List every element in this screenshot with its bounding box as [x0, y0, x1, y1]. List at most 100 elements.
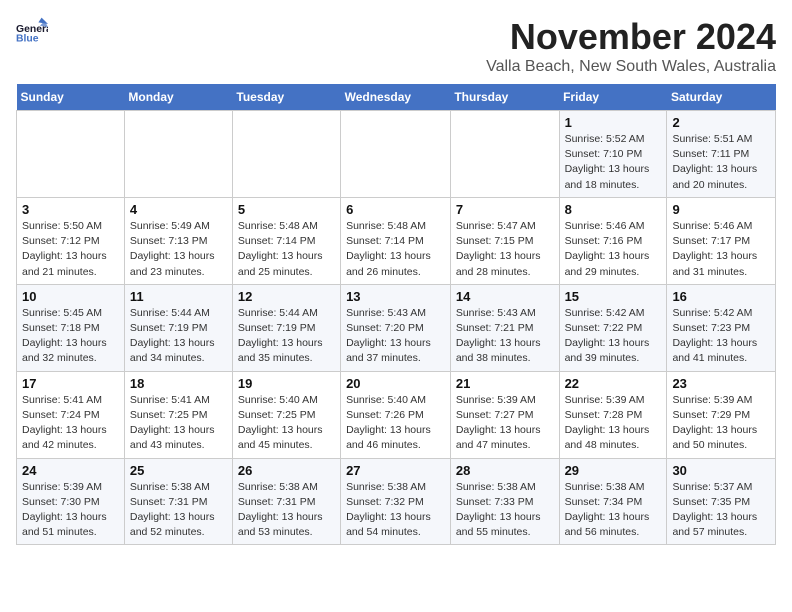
weekday-header-cell: Saturday — [667, 84, 776, 111]
day-number: 14 — [456, 289, 554, 304]
day-number: 23 — [672, 376, 770, 391]
day-info: Sunrise: 5:47 AM Sunset: 7:15 PM Dayligh… — [456, 219, 554, 280]
day-info: Sunrise: 5:40 AM Sunset: 7:26 PM Dayligh… — [346, 393, 445, 454]
calendar-cell: 19Sunrise: 5:40 AM Sunset: 7:25 PM Dayli… — [232, 371, 340, 458]
calendar-cell: 10 Sunrise: 5:45 AM Sunset: 7:18 PM Dayli… — [17, 284, 125, 371]
day-info: Sunrise: 5:51 AM Sunset: 7:11 PM Dayligh… — [672, 132, 770, 193]
day-info: Sunrise: 5:44 AM Sunset: 7:19 PM Dayligh… — [130, 306, 227, 367]
day-info: Sunrise: 5:38 AM Sunset: 7:33 PM Dayligh… — [456, 480, 554, 541]
day-number: 22 — [565, 376, 662, 391]
day-info: Sunrise: 5:42 AM Sunset: 7:22 PM Dayligh… — [565, 306, 662, 367]
calendar-table: SundayMondayTuesdayWednesdayThursdayFrid… — [16, 84, 776, 545]
day-info: Sunrise: 5:49 AM Sunset: 7:13 PM Dayligh… — [130, 219, 227, 280]
day-number: 12 — [238, 289, 335, 304]
calendar-cell: 20 Sunrise: 5:40 AM Sunset: 7:26 PM Dayli… — [341, 371, 451, 458]
calendar-body: 1 Sunrise: 5:52 AM Sunset: 7:10 PM Daylig… — [17, 111, 776, 545]
day-info: Sunrise: 5:39 AM Sunset: 7:29 PM Dayligh… — [672, 393, 770, 454]
svg-text:Blue: Blue — [16, 34, 39, 44]
day-number: 8 — [565, 202, 662, 217]
day-number: 11 — [130, 289, 227, 304]
day-number: 15 — [565, 289, 662, 304]
calendar-cell: 23 Sunrise: 5:39 AM Sunset: 7:29 PM Dayli… — [667, 371, 776, 458]
day-info: Sunrise: 5:41 AM Sunset: 7:24 PM Dayligh… — [22, 393, 119, 454]
day-number: 10 — [22, 289, 119, 304]
calendar-cell: 30Sunrise: 5:37 AM Sunset: 7:35 PM Dayli… — [667, 458, 776, 545]
calendar-cell: 1 Sunrise: 5:52 AM Sunset: 7:10 PM Daylig… — [559, 111, 667, 198]
calendar-cell: 12 Sunrise: 5:44 AM Sunset: 7:19 PM Dayli… — [232, 284, 340, 371]
calendar-cell: 26 Sunrise: 5:38 AM Sunset: 7:31 PM Dayli… — [232, 458, 340, 545]
calendar-cell — [17, 111, 125, 198]
calendar-cell: 27 Sunrise: 5:38 AM Sunset: 7:32 PM Dayli… — [341, 458, 451, 545]
day-info: Sunrise: 5:43 AM Sunset: 7:20 PM Dayligh… — [346, 306, 445, 367]
day-info: Sunrise: 5:52 AM Sunset: 7:10 PM Dayligh… — [565, 132, 662, 193]
day-number: 6 — [346, 202, 445, 217]
calendar-cell: 2 Sunrise: 5:51 AM Sunset: 7:11 PM Daylig… — [667, 111, 776, 198]
calendar-cell: 3 Sunrise: 5:50 AM Sunset: 7:12 PM Daylig… — [17, 197, 125, 284]
calendar-week-row: 24 Sunrise: 5:39 AM Sunset: 7:30 PM Dayli… — [17, 458, 776, 545]
day-info: Sunrise: 5:42 AM Sunset: 7:23 PM Dayligh… — [672, 306, 770, 367]
day-info: Sunrise: 5:39 AM Sunset: 7:28 PM Dayligh… — [565, 393, 662, 454]
calendar-cell — [124, 111, 232, 198]
weekday-header-cell: Tuesday — [232, 84, 340, 111]
day-info: Sunrise: 5:44 AM Sunset: 7:19 PM Dayligh… — [238, 306, 335, 367]
calendar-cell: 22 Sunrise: 5:39 AM Sunset: 7:28 PM Dayli… — [559, 371, 667, 458]
day-info: Sunrise: 5:45 AM Sunset: 7:18 PM Dayligh… — [22, 306, 119, 367]
title-block: November 2024 Valla Beach, New South Wal… — [486, 16, 776, 76]
calendar-week-row: 17Sunrise: 5:41 AM Sunset: 7:24 PM Dayli… — [17, 371, 776, 458]
day-info: Sunrise: 5:39 AM Sunset: 7:27 PM Dayligh… — [456, 393, 554, 454]
calendar-cell: 18Sunrise: 5:41 AM Sunset: 7:25 PM Dayli… — [124, 371, 232, 458]
day-info: Sunrise: 5:43 AM Sunset: 7:21 PM Dayligh… — [456, 306, 554, 367]
calendar-cell: 7 Sunrise: 5:47 AM Sunset: 7:15 PM Daylig… — [450, 197, 559, 284]
day-info: Sunrise: 5:38 AM Sunset: 7:31 PM Dayligh… — [130, 480, 227, 541]
calendar-cell: 15 Sunrise: 5:42 AM Sunset: 7:22 PM Dayli… — [559, 284, 667, 371]
calendar-cell: 28 Sunrise: 5:38 AM Sunset: 7:33 PM Dayli… — [450, 458, 559, 545]
calendar-week-row: 10 Sunrise: 5:45 AM Sunset: 7:18 PM Dayli… — [17, 284, 776, 371]
weekday-header-cell: Thursday — [450, 84, 559, 111]
day-number: 24 — [22, 463, 119, 478]
day-info: Sunrise: 5:40 AM Sunset: 7:25 PM Dayligh… — [238, 393, 335, 454]
calendar-cell: 24 Sunrise: 5:39 AM Sunset: 7:30 PM Dayli… — [17, 458, 125, 545]
day-number: 3 — [22, 202, 119, 217]
day-number: 1 — [565, 115, 662, 130]
day-number: 29 — [565, 463, 662, 478]
day-number: 28 — [456, 463, 554, 478]
weekday-header-cell: Wednesday — [341, 84, 451, 111]
day-info: Sunrise: 5:50 AM Sunset: 7:12 PM Dayligh… — [22, 219, 119, 280]
calendar-cell: 14 Sunrise: 5:43 AM Sunset: 7:21 PM Dayli… — [450, 284, 559, 371]
month-title: November 2024 — [486, 16, 776, 58]
calendar-cell: 25 Sunrise: 5:38 AM Sunset: 7:31 PM Dayli… — [124, 458, 232, 545]
day-info: Sunrise: 5:38 AM Sunset: 7:31 PM Dayligh… — [238, 480, 335, 541]
calendar-cell: 9Sunrise: 5:46 AM Sunset: 7:17 PM Daylig… — [667, 197, 776, 284]
weekday-header-cell: Monday — [124, 84, 232, 111]
calendar-cell: 11 Sunrise: 5:44 AM Sunset: 7:19 PM Dayli… — [124, 284, 232, 371]
logo-icon: General Blue — [16, 16, 48, 44]
day-number: 27 — [346, 463, 445, 478]
day-number: 20 — [346, 376, 445, 391]
day-number: 25 — [130, 463, 227, 478]
day-number: 5 — [238, 202, 335, 217]
calendar-cell: 21 Sunrise: 5:39 AM Sunset: 7:27 PM Dayli… — [450, 371, 559, 458]
calendar-cell — [341, 111, 451, 198]
calendar-cell: 6Sunrise: 5:48 AM Sunset: 7:14 PM Daylig… — [341, 197, 451, 284]
day-number: 16 — [672, 289, 770, 304]
day-number: 21 — [456, 376, 554, 391]
day-number: 7 — [456, 202, 554, 217]
day-number: 4 — [130, 202, 227, 217]
calendar-cell — [450, 111, 559, 198]
day-info: Sunrise: 5:38 AM Sunset: 7:32 PM Dayligh… — [346, 480, 445, 541]
day-number: 26 — [238, 463, 335, 478]
calendar-cell: 29Sunrise: 5:38 AM Sunset: 7:34 PM Dayli… — [559, 458, 667, 545]
day-number: 2 — [672, 115, 770, 130]
calendar-cell: 17Sunrise: 5:41 AM Sunset: 7:24 PM Dayli… — [17, 371, 125, 458]
header: General Blue November 2024 Valla Beach, … — [16, 16, 776, 76]
day-number: 13 — [346, 289, 445, 304]
day-number: 30 — [672, 463, 770, 478]
day-info: Sunrise: 5:46 AM Sunset: 7:16 PM Dayligh… — [565, 219, 662, 280]
day-number: 9 — [672, 202, 770, 217]
weekday-header-row: SundayMondayTuesdayWednesdayThursdayFrid… — [17, 84, 776, 111]
location-title: Valla Beach, New South Wales, Australia — [486, 58, 776, 76]
day-info: Sunrise: 5:48 AM Sunset: 7:14 PM Dayligh… — [238, 219, 335, 280]
day-info: Sunrise: 5:39 AM Sunset: 7:30 PM Dayligh… — [22, 480, 119, 541]
calendar-week-row: 3 Sunrise: 5:50 AM Sunset: 7:12 PM Daylig… — [17, 197, 776, 284]
weekday-header-cell: Sunday — [17, 84, 125, 111]
